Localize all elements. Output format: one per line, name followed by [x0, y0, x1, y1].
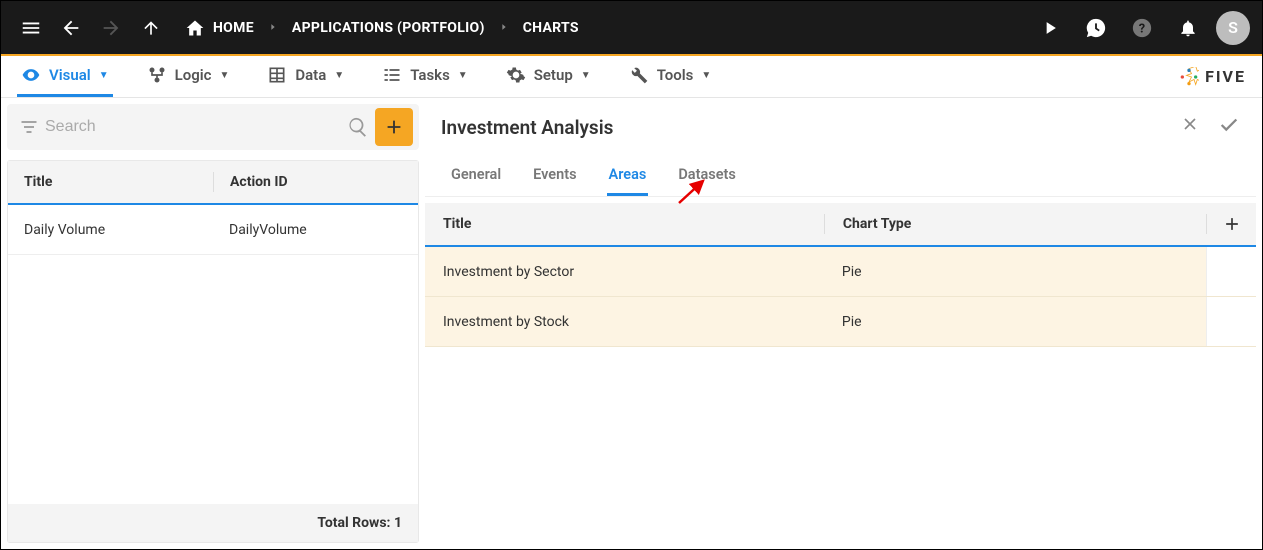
- cell-gutter: [1206, 247, 1256, 296]
- close-icon[interactable]: [1180, 114, 1200, 140]
- subnav-logic[interactable]: Logic▼: [143, 56, 234, 97]
- breadcrumb-charts[interactable]: CHARTS: [523, 20, 579, 36]
- right-panel: Investment Analysis General Events Areas…: [425, 98, 1262, 549]
- avatar-initial: S: [1228, 18, 1238, 37]
- column-chart-type[interactable]: Chart Type: [824, 214, 1206, 234]
- back-icon[interactable]: [53, 10, 89, 46]
- subnav-label: Logic: [175, 66, 212, 84]
- subnav-setup[interactable]: Setup▼: [502, 56, 595, 97]
- search-input[interactable]: [45, 118, 341, 136]
- add-row-button[interactable]: [1206, 214, 1256, 234]
- subnav-tools[interactable]: Tools▼: [625, 56, 716, 97]
- detail-table: Title Chart Type Investment by Sector Pi…: [425, 203, 1256, 543]
- avatar[interactable]: S: [1216, 11, 1250, 45]
- breadcrumb: HOME APPLICATIONS (PORTFOLIO) CHARTS: [185, 18, 579, 38]
- column-title[interactable]: Title: [8, 174, 213, 190]
- column-title[interactable]: Title: [425, 216, 824, 232]
- breadcrumb-label: CHARTS: [523, 20, 579, 36]
- add-button[interactable]: [375, 108, 413, 146]
- table-row[interactable]: Investment by Stock Pie: [425, 297, 1256, 347]
- svg-text:?: ?: [1139, 21, 1145, 36]
- topbar-right: ? S: [1032, 10, 1250, 46]
- tab-general[interactable]: General: [449, 156, 503, 196]
- tab-datasets[interactable]: Datasets: [676, 156, 737, 196]
- table-row[interactable]: Investment by Sector Pie: [425, 247, 1256, 297]
- brand-logo-icon: [1179, 67, 1199, 87]
- breadcrumb-home[interactable]: HOME: [185, 18, 254, 38]
- subnav-label: Tasks: [410, 66, 450, 84]
- cell-title: Daily Volume: [8, 222, 213, 238]
- topbar: HOME APPLICATIONS (PORTFOLIO) CHARTS ?: [1, 1, 1262, 56]
- tab-events[interactable]: Events: [531, 156, 578, 196]
- search-icon[interactable]: [347, 116, 369, 138]
- table-row[interactable]: Daily Volume DailyVolume: [8, 205, 418, 255]
- left-table-footer: Total Rows: 1: [8, 504, 418, 542]
- cell-chart-type: Pie: [824, 264, 1206, 280]
- total-rows-count: 1: [394, 515, 402, 531]
- forward-icon: [93, 10, 129, 46]
- cell-title: Investment by Sector: [425, 264, 824, 280]
- cell-gutter: [1206, 297, 1256, 346]
- up-icon[interactable]: [133, 10, 169, 46]
- tab-areas[interactable]: Areas: [607, 156, 649, 196]
- page-title: Investment Analysis: [441, 116, 613, 139]
- help-icon[interactable]: ?: [1124, 10, 1160, 46]
- left-panel: Title Action ID Daily Volume DailyVolume…: [1, 98, 425, 549]
- play-icon[interactable]: [1032, 10, 1068, 46]
- detail-header: Investment Analysis: [425, 104, 1256, 150]
- cell-title: Investment by Stock: [425, 314, 824, 330]
- left-table: Title Action ID Daily Volume DailyVolume…: [7, 160, 419, 543]
- brand-text: FIVE: [1205, 67, 1246, 86]
- subnav-label: Tools: [657, 66, 694, 84]
- total-rows-label: Total Rows:: [317, 515, 390, 531]
- detail-tabs: General Events Areas Datasets: [425, 156, 1256, 197]
- cell-action-id: DailyVolume: [213, 222, 418, 238]
- subnav-visual[interactable]: Visual▼: [17, 56, 113, 97]
- chevron-right-icon: [499, 20, 509, 36]
- menu-icon[interactable]: [13, 10, 49, 46]
- breadcrumb-applications[interactable]: APPLICATIONS (PORTFOLIO): [292, 20, 485, 36]
- main: Title Action ID Daily Volume DailyVolume…: [1, 98, 1262, 549]
- detail-actions: [1180, 114, 1240, 140]
- subnav: Visual▼ Logic▼ Data▼ Tasks▼ Setup▼ Tools…: [1, 56, 1262, 98]
- subnav-data[interactable]: Data▼: [263, 56, 348, 97]
- subnav-label: Setup: [534, 66, 573, 84]
- cell-chart-type: Pie: [824, 314, 1206, 330]
- column-action-id[interactable]: Action ID: [213, 172, 418, 192]
- chevron-right-icon: [268, 20, 278, 36]
- subnav-tasks[interactable]: Tasks▼: [378, 56, 472, 97]
- brand: FIVE: [1179, 67, 1246, 87]
- subnav-label: Data: [295, 66, 326, 84]
- filter-icon[interactable]: [19, 117, 39, 137]
- search-row: [7, 104, 419, 150]
- breadcrumb-label: APPLICATIONS (PORTFOLIO): [292, 20, 485, 36]
- breadcrumb-label: HOME: [213, 20, 254, 36]
- detail-table-header: Title Chart Type: [425, 203, 1256, 247]
- check-icon[interactable]: [1218, 114, 1240, 140]
- subnav-label: Visual: [49, 66, 91, 84]
- search-bubble-icon[interactable]: [1078, 10, 1114, 46]
- bell-icon[interactable]: [1170, 10, 1206, 46]
- left-table-header: Title Action ID: [8, 161, 418, 205]
- topbar-left: HOME APPLICATIONS (PORTFOLIO) CHARTS: [13, 10, 579, 46]
